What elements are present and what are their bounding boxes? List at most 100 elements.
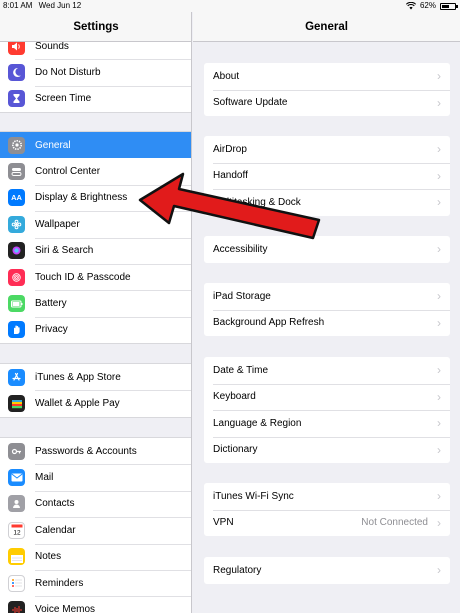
sidebar-item-label: Notes [35, 551, 62, 563]
setting-row-about[interactable]: About › [204, 63, 450, 90]
sidebar-item-label: Calendar [35, 524, 76, 536]
sidebar-item-label: Wallet & Apple Pay [35, 398, 120, 410]
setting-row-language-and-region[interactable]: Language & Region › [204, 410, 450, 437]
sidebar-item-touch-id-and-passcode[interactable]: Touch ID & Passcode [0, 263, 191, 290]
sidebar-item-mail[interactable]: Mail [0, 464, 191, 490]
sidebar-item-do-not-disturb[interactable]: Do Not Disturb [0, 59, 191, 85]
sidebar-item-label: General [35, 139, 71, 151]
sidebar-item-privacy[interactable]: Privacy [0, 316, 191, 343]
setting-row-background-app-refresh[interactable]: Background App Refresh › [204, 309, 450, 337]
aa-icon: AA [8, 189, 25, 207]
setting-label: Language & Region [213, 417, 302, 429]
setting-label: Handoff [213, 170, 248, 182]
chevron-right-icon: › [437, 168, 441, 183]
sidebar-item-label: Voice Memos [35, 604, 96, 613]
sidebar-item-control-center[interactable]: Control Center [0, 158, 191, 184]
setting-row-airdrop[interactable]: AirDrop › [204, 136, 450, 163]
sidebar-item-itunes-and-app-store[interactable]: iTunes & App Store [0, 364, 191, 390]
setting-label: AirDrop [213, 143, 247, 155]
flower-icon [8, 215, 25, 233]
calendar-icon: 12 [8, 521, 25, 539]
chevron-right-icon: › [437, 389, 441, 404]
setting-row-vpn[interactable]: VPN Not Connected › [204, 509, 450, 537]
moon-icon [8, 64, 25, 82]
sidebar-item-voice-memos[interactable]: Voice Memos [0, 596, 191, 613]
wifi-icon [405, 2, 416, 10]
settings-group: About › Software Update › [204, 63, 450, 116]
setting-row-regulatory[interactable]: Regulatory › [204, 557, 450, 584]
sidebar-item-wallpaper[interactable]: Wallpaper [0, 211, 191, 237]
setting-row-software-update[interactable]: Software Update › [204, 89, 450, 117]
sidebar-item-general[interactable]: General [0, 132, 191, 159]
setting-row-date-and-time[interactable]: Date & Time › [204, 357, 450, 384]
sidebar-item-notes[interactable]: Notes [0, 543, 191, 570]
sidebar-item-label: iTunes & App Store [35, 371, 121, 383]
setting-row-itunes-wi-fi-sync[interactable]: iTunes Wi-Fi Sync › [204, 483, 450, 510]
sidebar-item-label: Passwords & Accounts [35, 445, 137, 457]
setting-row-ipad-storage[interactable]: iPad Storage › [204, 283, 450, 310]
reminders-icon [8, 574, 25, 592]
general-pane: General About › Software Update › AirDrop › Ha… [193, 0, 460, 613]
status-date: Wed Jun 12 [38, 1, 82, 10]
sidebar-item-battery[interactable]: Battery [0, 290, 191, 316]
sidebar-item-calendar[interactable]: 12 Calendar [0, 517, 191, 543]
svg-text:12: 12 [13, 530, 21, 537]
setting-label: Multitasking & Dock [213, 196, 301, 208]
chevron-right-icon: › [437, 442, 441, 457]
battery-icon [8, 295, 25, 313]
voice-memos-icon [8, 601, 25, 613]
chevron-right-icon: › [437, 142, 441, 157]
key-icon [8, 442, 25, 460]
chevron-right-icon: › [437, 515, 441, 530]
sidebar-item-siri-and-search[interactable]: Siri & Search [0, 237, 191, 264]
fingerprint-icon [8, 268, 25, 286]
contacts-icon [8, 495, 25, 513]
status-time: 8:01 AM [3, 1, 33, 10]
setting-row-handoff[interactable]: Handoff › [204, 162, 450, 190]
chevron-right-icon: › [437, 416, 441, 431]
setting-label: Background App Refresh [213, 317, 325, 329]
sidebar-group: iTunes & App Store Wallet & Apple Pay [0, 363, 191, 418]
sidebar-item-label: Reminders [35, 577, 84, 589]
sidebar-item-passwords-and-accounts[interactable]: Passwords & Accounts [0, 438, 191, 464]
sidebar-item-label: Battery [35, 298, 67, 310]
sidebar-item-label: Wallpaper [35, 218, 80, 230]
settings-group: Date & Time › Keyboard › Language & Region › D… [204, 357, 450, 463]
setting-label: Regulatory [213, 564, 262, 576]
chevron-right-icon: › [437, 95, 441, 110]
sidebar-item-label: Sounds [35, 40, 69, 52]
settings-group: Regulatory › [204, 557, 450, 584]
setting-row-keyboard[interactable]: Keyboard › [204, 383, 450, 411]
sidebar-item-label: Privacy [35, 324, 68, 336]
status-bar: 8:01 AM Wed Jun 12 62% [0, 0, 460, 12]
setting-label: VPN [213, 517, 234, 529]
setting-label: Keyboard [213, 391, 256, 403]
sidebar-item-wallet-and-apple-pay[interactable]: Wallet & Apple Pay [0, 390, 191, 416]
setting-label: iPad Storage [213, 290, 271, 302]
settings-group: AirDrop › Handoff › Multitasking & Dock › [204, 136, 450, 216]
chevron-right-icon: › [437, 563, 441, 578]
sidebar-item-reminders[interactable]: Reminders [0, 569, 191, 596]
setting-label: iTunes Wi-Fi Sync [213, 490, 294, 502]
setting-row-multitasking-and-dock[interactable]: Multitasking & Dock › [204, 189, 450, 216]
setting-label: Date & Time [213, 364, 269, 376]
setting-label: Software Update [213, 97, 288, 109]
setting-value: Not Connected [361, 517, 428, 529]
page-title: General [193, 12, 460, 42]
setting-row-accessibility[interactable]: Accessibility › [204, 236, 450, 263]
sidebar-item-label: Display & Brightness [35, 192, 128, 204]
setting-row-dictionary[interactable]: Dictionary › [204, 436, 450, 464]
chevron-right-icon: › [437, 363, 441, 378]
settings-group: iTunes Wi-Fi Sync › VPN Not Connected › [204, 483, 450, 536]
sidebar-group: General Control Center AA Display & Brightn… [0, 131, 191, 345]
hand-icon [8, 321, 25, 339]
sidebar-item-label: Siri & Search [35, 245, 94, 257]
chevron-right-icon: › [437, 289, 441, 304]
sidebar-item-screen-time[interactable]: Screen Time [0, 85, 191, 112]
chevron-right-icon: › [437, 242, 441, 257]
sidebar-item-label: Control Center [35, 166, 101, 178]
battery-icon [440, 2, 458, 10]
sidebar-item-display-and-brightness[interactable]: AA Display & Brightness [0, 184, 191, 211]
sidebar-item-contacts[interactable]: Contacts [0, 490, 191, 517]
sidebar-title: Settings [0, 12, 191, 42]
